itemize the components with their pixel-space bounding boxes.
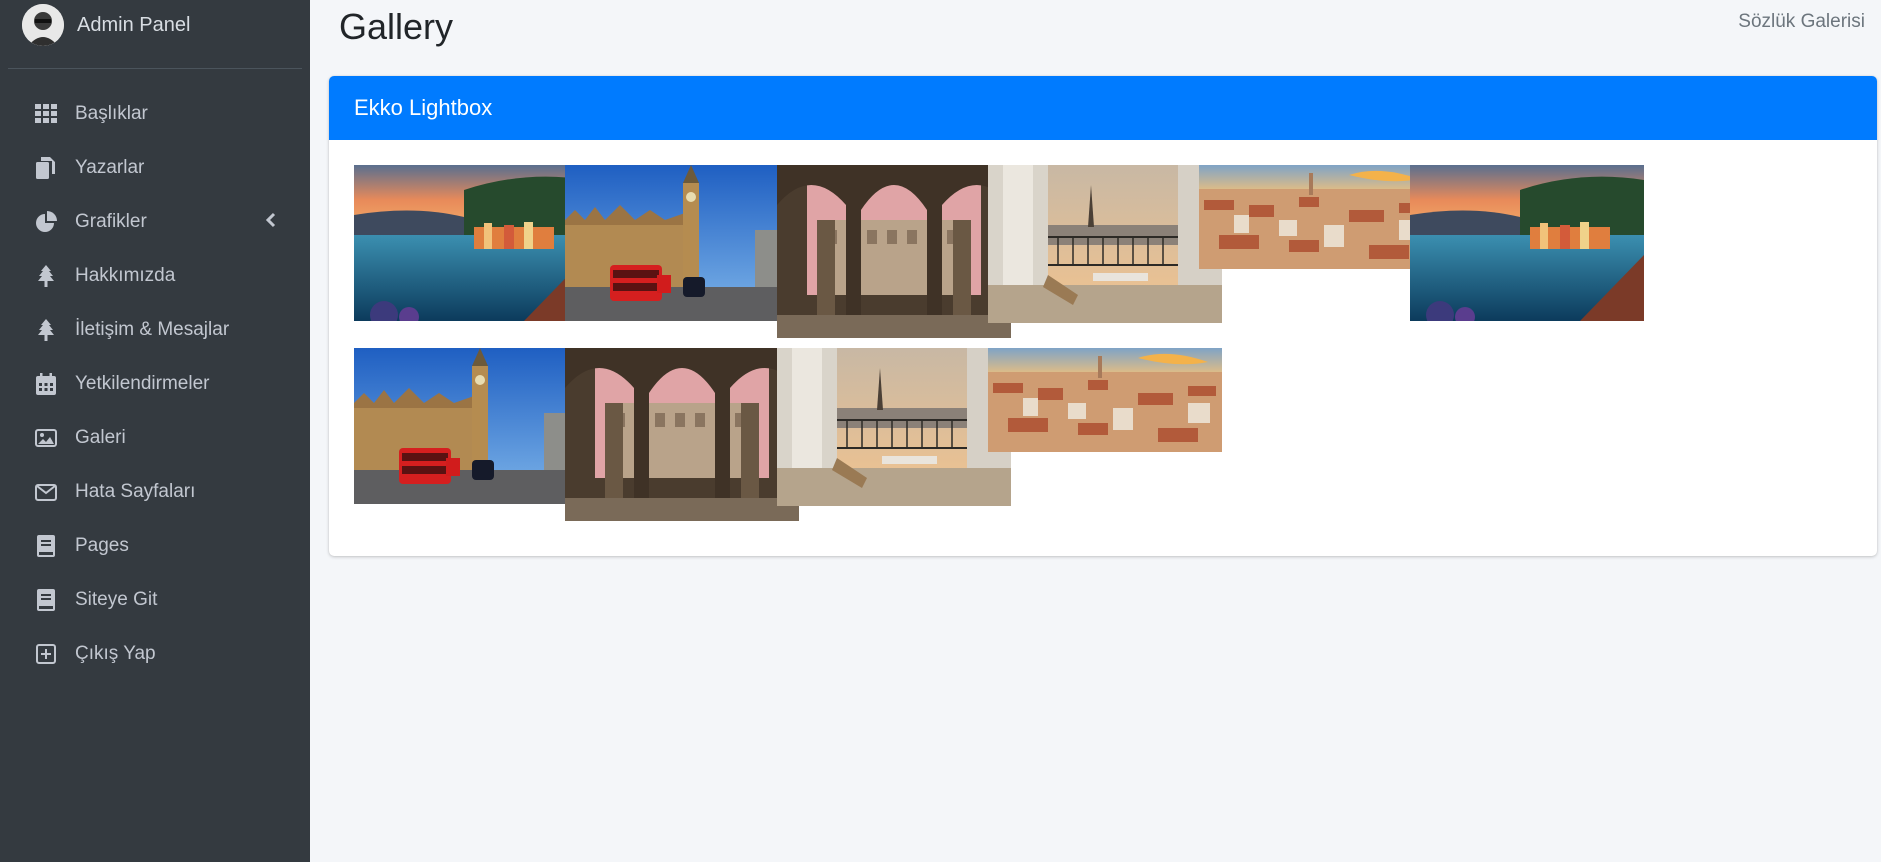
grid-icon	[33, 101, 59, 127]
gallery-image-lake-village[interactable]	[1410, 165, 1644, 321]
sidebar-item-hakkimizda[interactable]: Hakkımızda	[8, 249, 302, 303]
gallery-image-arcade-courtyard[interactable]	[777, 165, 1011, 338]
tree-icon	[33, 317, 59, 343]
gallery-image-arcade-courtyard[interactable]	[565, 348, 799, 521]
book-icon	[33, 533, 59, 559]
tree-icon	[33, 263, 59, 289]
sidebar-item-label: Hata Sayfaları	[75, 481, 196, 502]
calendar-icon	[33, 371, 59, 397]
sidebar-item-label: Galeri	[75, 427, 126, 448]
sidebar-item-label: Hakkımızda	[75, 265, 176, 286]
sidebar-item-iletisim[interactable]: İletişim & Mesajlar	[8, 303, 302, 357]
sidebar-nav: Başlıklar Yazarlar Grafikler Hakkımızda	[8, 87, 302, 681]
sidebar-item-cikis-yap[interactable]: Çıkış Yap	[8, 627, 302, 681]
card-title: Ekko Lightbox	[329, 76, 1877, 140]
sidebar-divider	[8, 68, 302, 69]
sidebar-item-basliklar[interactable]: Başlıklar	[8, 87, 302, 141]
sidebar-item-siteye-git[interactable]: Siteye Git	[8, 573, 302, 627]
sidebar-item-yetkilendirmeler[interactable]: Yetkilendirmeler	[8, 357, 302, 411]
sidebar-item-grafikler[interactable]: Grafikler	[8, 195, 302, 249]
copy-icon	[33, 155, 59, 181]
chevron-left-icon[interactable]	[265, 212, 276, 233]
sidebar-item-label: Grafikler	[75, 211, 147, 232]
image-icon	[33, 425, 59, 451]
avatar	[22, 4, 64, 46]
book-icon	[33, 587, 59, 613]
gallery-image-city-rooftops[interactable]	[1199, 165, 1433, 269]
sidebar-item-galeri[interactable]: Galeri	[8, 411, 302, 465]
chart-pie-icon	[33, 209, 59, 235]
gallery-image-city-rooftops[interactable]	[988, 348, 1222, 452]
gallery-image-paris-balcony[interactable]	[988, 165, 1222, 323]
sidebar-item-pages[interactable]: Pages	[8, 519, 302, 573]
sidebar-item-label: Siteye Git	[75, 589, 158, 610]
sidebar-item-hata-sayfalari[interactable]: Hata Sayfaları	[8, 465, 302, 519]
sidebar-item-yazarlar[interactable]: Yazarlar	[8, 141, 302, 195]
sidebar-item-label: İletişim & Mesajlar	[75, 319, 230, 340]
sidebar-item-label: Başlıklar	[75, 103, 148, 124]
breadcrumb[interactable]: Sözlük Galerisi	[1738, 11, 1865, 33]
gallery-image-lake-village[interactable]	[354, 165, 588, 321]
sidebar-item-label: Pages	[75, 535, 129, 556]
brand-title: Admin Panel	[77, 14, 191, 36]
sidebar: Admin Panel Başlıklar Yazarlar Grafikler	[0, 0, 310, 862]
gallery-image-paris-balcony[interactable]	[777, 348, 1011, 506]
sidebar-item-label: Yetkilendirmeler	[75, 373, 210, 394]
gallery-image-big-ben[interactable]	[354, 348, 588, 504]
gallery-image-big-ben[interactable]	[565, 165, 799, 321]
sidebar-item-label: Çıkış Yap	[75, 643, 156, 664]
gallery-card: Ekko Lightbox	[329, 76, 1877, 556]
brand-link[interactable]: Admin Panel	[0, 0, 310, 70]
sidebar-item-label: Yazarlar	[75, 157, 145, 178]
envelope-icon	[33, 479, 59, 505]
plus-square-icon	[33, 641, 59, 667]
page-title: Gallery	[339, 6, 454, 47]
